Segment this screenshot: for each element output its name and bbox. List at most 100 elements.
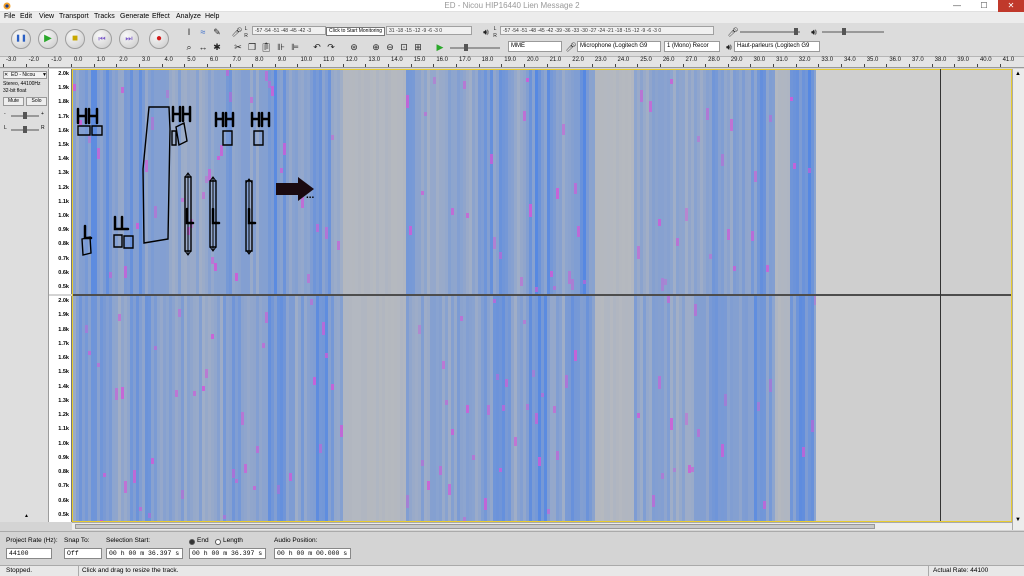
menu-tracks[interactable]: Tracks xyxy=(94,13,115,20)
ruler-tick-mark xyxy=(206,64,208,67)
record-button[interactable]: ● xyxy=(149,29,169,49)
audio-host-select[interactable]: MME xyxy=(508,41,562,52)
track-close-button[interactable]: ✕ xyxy=(4,72,8,78)
range-arrow xyxy=(209,176,217,252)
envelope-tool-icon[interactable]: ≈ xyxy=(197,26,209,38)
frequency-label: 1.3k xyxy=(58,397,69,404)
monitor-hint[interactable]: Click to Start Monitoring xyxy=(326,27,386,36)
ruler-tick-mark xyxy=(886,64,888,67)
ruler-tick-label: 38.0 xyxy=(934,57,947,63)
scroll-up-arrow[interactable]: ▲ xyxy=(1015,71,1021,77)
fit-project-icon[interactable]: ⊞ xyxy=(412,41,424,53)
ruler-tick-mark xyxy=(909,64,910,67)
ruler-tick-label: 39.0 xyxy=(957,57,969,63)
menu-view[interactable]: View xyxy=(39,13,54,20)
frequency-label: 1.8k xyxy=(58,99,69,106)
skip-start-icon: ⏮ xyxy=(98,34,106,43)
draw-tool-icon[interactable]: ✎ xyxy=(211,26,223,38)
skip-to-end-button[interactable]: ⏭ xyxy=(119,29,139,49)
ruler-tick-label: 2.0 xyxy=(119,57,128,63)
frequency-label: 1.1k xyxy=(58,426,69,433)
fit-selection-icon[interactable]: ⊡ xyxy=(398,41,410,53)
ruler-tick-label: 41.0 xyxy=(1002,57,1015,63)
undo-icon[interactable]: ↶ xyxy=(311,41,323,53)
solo-button[interactable]: Solo xyxy=(26,97,47,106)
recording-channels-select[interactable]: 1 (Mono) Recor xyxy=(664,41,720,52)
menu-generate[interactable]: Generate xyxy=(120,13,149,20)
playback-device-select[interactable]: Haut-parleurs (Logitech G9 xyxy=(734,41,820,52)
ruler-tick-label: 1.0 xyxy=(96,57,105,63)
horizontal-scrollbar[interactable] xyxy=(72,522,1012,530)
menu-effect[interactable]: Effect xyxy=(152,13,170,20)
selection-start-field[interactable]: 00 h 00 m 36.397 s xyxy=(106,548,183,559)
window-title: ED - Nicou HIP16440 Lien Message 2 xyxy=(444,1,580,10)
track-menu-arrow[interactable]: ▼ xyxy=(42,72,47,78)
zoom-in-icon[interactable]: ⊕ xyxy=(370,41,382,53)
sync-lock-icon[interactable]: ⊛ xyxy=(348,41,360,53)
trim-icon[interactable]: ⊪ xyxy=(275,41,287,53)
timeline-ruler[interactable]: -3.0 -2.0 -1.0 0.0 1.0 2.0 3.0 4.0 5.0 6.0 7.0 8.0 9… xyxy=(0,57,1024,68)
menu-analyze[interactable]: Analyze xyxy=(176,13,201,20)
pan-slider[interactable] xyxy=(11,126,39,133)
selection-end-field[interactable]: 00 h 00 m 36.397 s xyxy=(189,548,266,559)
frequency-label: 0.6k xyxy=(58,497,69,504)
end-radio[interactable] xyxy=(189,539,195,545)
menu-edit[interactable]: Edit xyxy=(20,13,32,20)
annotation-overlay xyxy=(76,105,314,256)
copy-icon[interactable]: ❐ xyxy=(246,41,258,53)
redo-icon[interactable]: ↷ xyxy=(325,41,337,53)
skip-end-icon: ⏭ xyxy=(125,34,133,43)
mute-button[interactable]: Mute xyxy=(3,97,24,106)
snap-to-select[interactable]: Off xyxy=(64,548,102,559)
gain-slider[interactable] xyxy=(11,112,39,119)
minimize-button[interactable]: — xyxy=(944,0,970,12)
selection-tool-icon[interactable]: I xyxy=(183,26,195,38)
recording-volume-slider[interactable] xyxy=(740,28,800,35)
frequency-label: 1.0k xyxy=(58,440,69,447)
l-mark xyxy=(113,215,130,231)
recording-device-select[interactable]: Microphone (Logitech G9 xyxy=(577,41,661,52)
frequency-label: 1.7k xyxy=(58,113,69,120)
play-icon: ▶ xyxy=(44,33,52,44)
track-format: Stereo, 44100Hz xyxy=(3,81,41,87)
menu-transport[interactable]: Transport xyxy=(59,13,89,20)
horizontal-scroll-thumb[interactable] xyxy=(75,524,875,529)
scroll-down-arrow[interactable]: ▼ xyxy=(1015,517,1021,523)
play-at-speed-icon[interactable]: ▶ xyxy=(434,41,446,53)
pause-button[interactable]: ❚❚ xyxy=(11,29,31,49)
play-button[interactable]: ▶ xyxy=(38,29,58,49)
menu-file[interactable]: File xyxy=(4,13,15,20)
paste-icon[interactable]: 📋︎ xyxy=(260,41,272,53)
ruler-tick-label: 22.0 xyxy=(572,57,584,63)
selection-start-label: Selection Start: xyxy=(106,537,151,544)
pause-icon: ❚❚ xyxy=(15,35,27,42)
zoom-out-icon[interactable]: ⊖ xyxy=(384,41,396,53)
cut-icon[interactable]: ✂ xyxy=(232,41,244,53)
play-at-speed-slider[interactable] xyxy=(450,44,500,51)
audio-position-field[interactable]: 00 h 00 m 00.000 s xyxy=(274,548,351,559)
playback-meter-scale[interactable]: -57 -54 -51 -48 -45 -42 -39 -36 -33 -30 … xyxy=(500,26,714,35)
record-meter-scale[interactable]: -57 -54 -51 -48 -45 -42 -3 xyxy=(252,26,326,35)
vertical-scrollbar[interactable]: ▲ ▼ xyxy=(1012,69,1024,530)
silence-icon[interactable]: ⊫ xyxy=(289,41,301,53)
playback-volume-slider[interactable] xyxy=(822,28,884,35)
skip-to-start-button[interactable]: ⏮ xyxy=(92,29,112,49)
frequency-label: 1.8k xyxy=(58,326,69,333)
collapse-track-button[interactable]: ▲ xyxy=(24,513,29,519)
length-radio[interactable] xyxy=(215,539,221,545)
maximize-button[interactable]: ☐ xyxy=(971,0,997,12)
timeshift-tool-icon[interactable]: ↔ xyxy=(197,41,209,53)
ruler-tick-mark xyxy=(365,64,367,67)
zoom-tool-icon[interactable]: ⌕ xyxy=(183,41,195,53)
menu-help[interactable]: Help xyxy=(205,13,219,20)
project-rate-select[interactable]: 44100 xyxy=(6,548,52,559)
close-window-button[interactable]: ✕ xyxy=(998,0,1024,12)
ruler-tick-mark xyxy=(410,64,412,67)
ruler-tick-mark xyxy=(138,64,140,67)
ruler-tick-label: 10.0 xyxy=(300,57,313,63)
ruler-tick-mark xyxy=(456,64,457,67)
multi-tool-icon[interactable]: ✱ xyxy=(211,41,223,53)
monitor-meter-scale[interactable]: 31 -18 -15 -12 -9 -6 -3 0 xyxy=(386,26,472,35)
stop-button[interactable]: ■ xyxy=(65,29,85,49)
track-name[interactable]: ED - Nicou xyxy=(11,72,35,78)
